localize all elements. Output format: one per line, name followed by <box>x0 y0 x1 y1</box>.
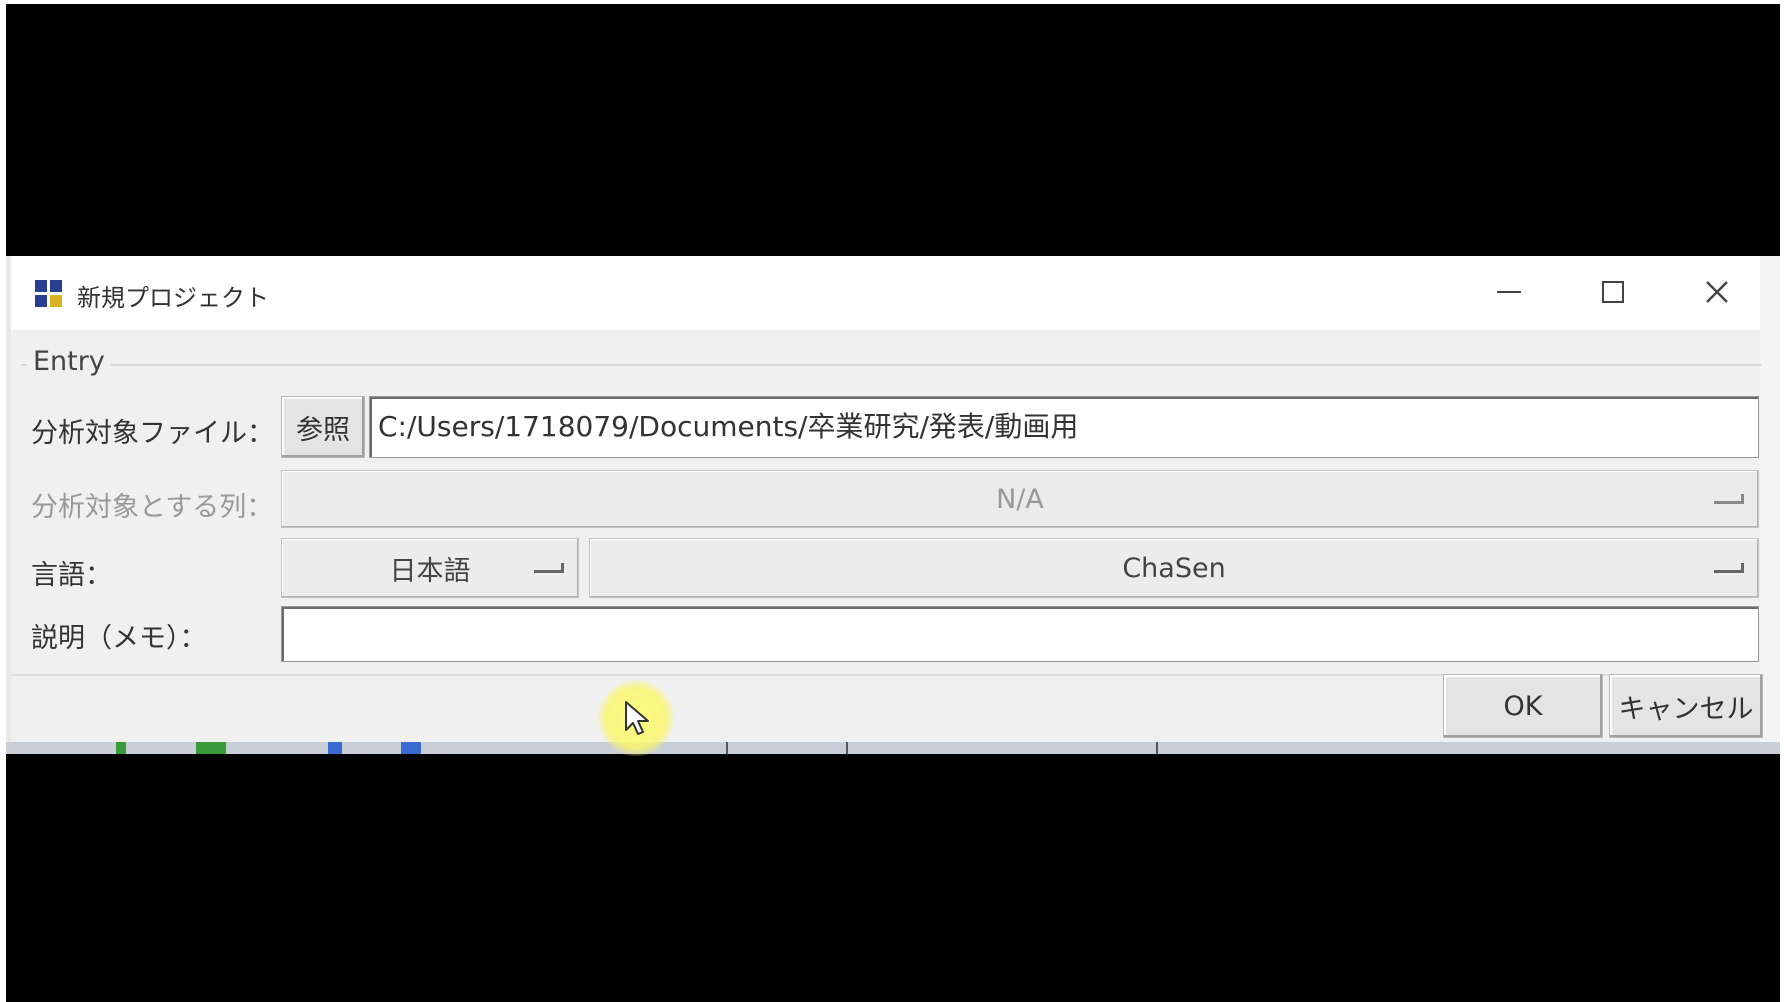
mouse-cursor-highlight <box>598 680 674 756</box>
memo-input[interactable] <box>281 606 1759 662</box>
close-button[interactable] <box>1687 266 1747 318</box>
tagger-select[interactable]: ChaSen <box>589 538 1759 598</box>
minimize-icon <box>1497 291 1521 293</box>
app-icon <box>35 280 63 308</box>
target-file-label: 分析対象ファイル： <box>31 418 274 449</box>
browse-button[interactable]: 参照 <box>281 396 365 458</box>
ok-button-label: OK <box>1503 690 1543 722</box>
maximize-button[interactable] <box>1583 266 1643 318</box>
new-project-dialog: 新規プロジェクト Entry 分析対象ファイル： 参照 C:/Users/171… <box>6 256 1780 742</box>
language-select-value: 日本語 <box>389 555 471 587</box>
target-column-label: 分析対象とする列： <box>31 492 274 523</box>
window-title: 新規プロジェクト <box>77 284 269 312</box>
language-select[interactable]: 日本語 <box>281 538 579 598</box>
cancel-button-label: キャンセル <box>1618 693 1754 725</box>
target-file-path-input[interactable]: C:/Users/1718079/Documents/卒業研究/発表/動画用 <box>369 396 1759 458</box>
title-bar[interactable]: 新規プロジェクト <box>11 256 1760 330</box>
ok-button[interactable]: OK <box>1443 674 1603 738</box>
dropdown-arrow-icon <box>534 563 564 573</box>
language-label: 言語： <box>31 560 112 591</box>
target-column-value: N/A <box>996 483 1044 515</box>
cancel-button[interactable]: キャンセル <box>1609 674 1763 738</box>
dropdown-arrow-icon <box>1714 494 1744 504</box>
close-icon <box>1706 281 1728 303</box>
dropdown-arrow-icon <box>1714 563 1744 573</box>
target-column-select: N/A <box>281 470 1759 528</box>
entry-group-legend: Entry <box>27 346 111 377</box>
maximize-icon <box>1602 281 1624 303</box>
browse-button-label: 参照 <box>296 414 350 446</box>
mouse-pointer-icon <box>625 701 649 735</box>
tagger-select-value: ChaSen <box>1122 552 1226 584</box>
minimize-button[interactable] <box>1479 266 1539 318</box>
memo-label: 説明（メモ）： <box>31 623 207 654</box>
